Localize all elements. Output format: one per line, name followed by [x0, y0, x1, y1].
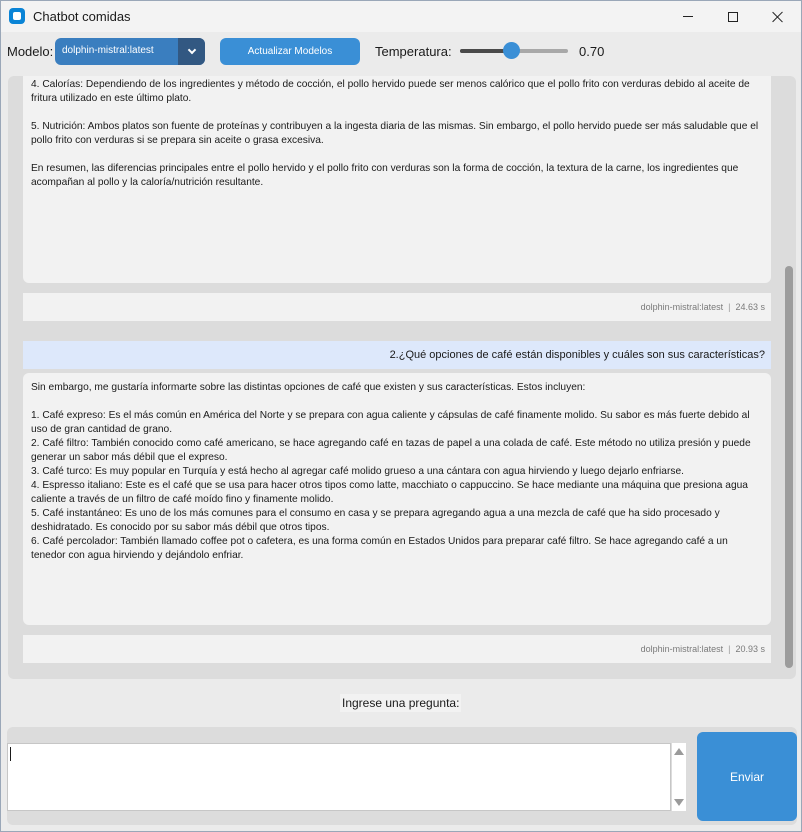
input-scrollbar[interactable]	[672, 743, 686, 811]
question-2-text: 2.¿Qué opciones de café están disponible…	[389, 349, 765, 361]
answer-bubble-1: 4. Calorías: Dependiendo de los ingredie…	[23, 76, 771, 283]
send-button[interactable]: Enviar	[697, 732, 797, 821]
answer-2-meta: dolphin-mistral:latest | 20.93 s	[23, 635, 771, 663]
model-label: Modelo:	[7, 44, 54, 59]
answer-1-time: 24.63 s	[735, 302, 765, 312]
maximize-icon	[728, 11, 738, 22]
answer-2-line: 1. Café expreso: Es el más común en Amér…	[31, 410, 753, 435]
close-button[interactable]	[755, 1, 801, 32]
scroll-up-icon[interactable]	[674, 748, 684, 755]
answer-1-line: 4. Calorías: Dependiendo de los ingredie…	[31, 79, 753, 104]
answer-2-line: 4. Espresso italiano: Este es el café qu…	[31, 480, 751, 505]
temperature-value: 0.70	[579, 44, 605, 59]
meta-separator: |	[728, 644, 731, 654]
conversation-panel[interactable]: 4. Calorías: Dependiendo de los ingredie…	[8, 76, 796, 679]
app-window: Chatbot comidas Modelo: dolphin-mistral:…	[0, 0, 802, 832]
minimize-button[interactable]	[665, 1, 711, 32]
title-bar[interactable]: Chatbot comidas	[1, 1, 801, 32]
temperature-slider-thumb[interactable]	[502, 42, 520, 59]
text-caret	[10, 747, 11, 761]
question-input[interactable]	[7, 743, 671, 811]
answer-2-line: 5. Café instantáneo: Es uno de los más c…	[31, 508, 723, 533]
answer-1-model: dolphin-mistral:latest	[640, 302, 724, 312]
maximize-button[interactable]	[710, 1, 756, 32]
answer-2-line: 6. Café percolador: También llamado coff…	[31, 536, 731, 561]
question-bubble-2: 2.¿Qué opciones de café están disponible…	[23, 341, 771, 369]
conversation-scroll: 4. Calorías: Dependiendo de los ingredie…	[8, 76, 796, 679]
conversation-scrollbar[interactable]	[785, 266, 793, 668]
close-icon	[772, 11, 784, 23]
answer-2-model: dolphin-mistral:latest	[640, 644, 724, 654]
temperature-label: Temperatura:	[375, 44, 452, 59]
scroll-down-icon[interactable]	[674, 799, 684, 806]
answer-2-line: 3. Café turco: Es muy popular en Turquía…	[31, 466, 684, 477]
answer-2-line: 2. Café filtro: También conocido como ca…	[31, 438, 754, 463]
meta-separator: |	[728, 302, 731, 312]
app-icon	[9, 8, 25, 24]
model-select-value: dolphin-mistral:latest	[62, 45, 154, 56]
prompt-label: Ingrese una pregunta:	[340, 694, 462, 712]
answer-1-meta: dolphin-mistral:latest | 24.63 s	[23, 293, 771, 321]
answer-1-line: En resumen, las diferencias principales …	[31, 163, 742, 188]
chevron-down-icon	[187, 45, 196, 55]
window-title: Chatbot comidas	[33, 9, 131, 24]
minimize-icon	[683, 16, 693, 17]
toolbar: Modelo: dolphin-mistral:latest Actualiza…	[1, 32, 801, 72]
model-select[interactable]: dolphin-mistral:latest	[55, 38, 205, 65]
answer-1-line: 5. Nutrición: Ambos platos son fuente de…	[31, 121, 761, 146]
answer-2-line: Sin embargo, me gustaría informarte sobr…	[31, 382, 586, 393]
update-models-button[interactable]: Actualizar Modelos	[220, 38, 360, 65]
answer-2-time: 20.93 s	[735, 644, 765, 654]
model-select-arrow[interactable]	[178, 38, 205, 65]
answer-bubble-2: Sin embargo, me gustaría informarte sobr…	[23, 373, 771, 625]
